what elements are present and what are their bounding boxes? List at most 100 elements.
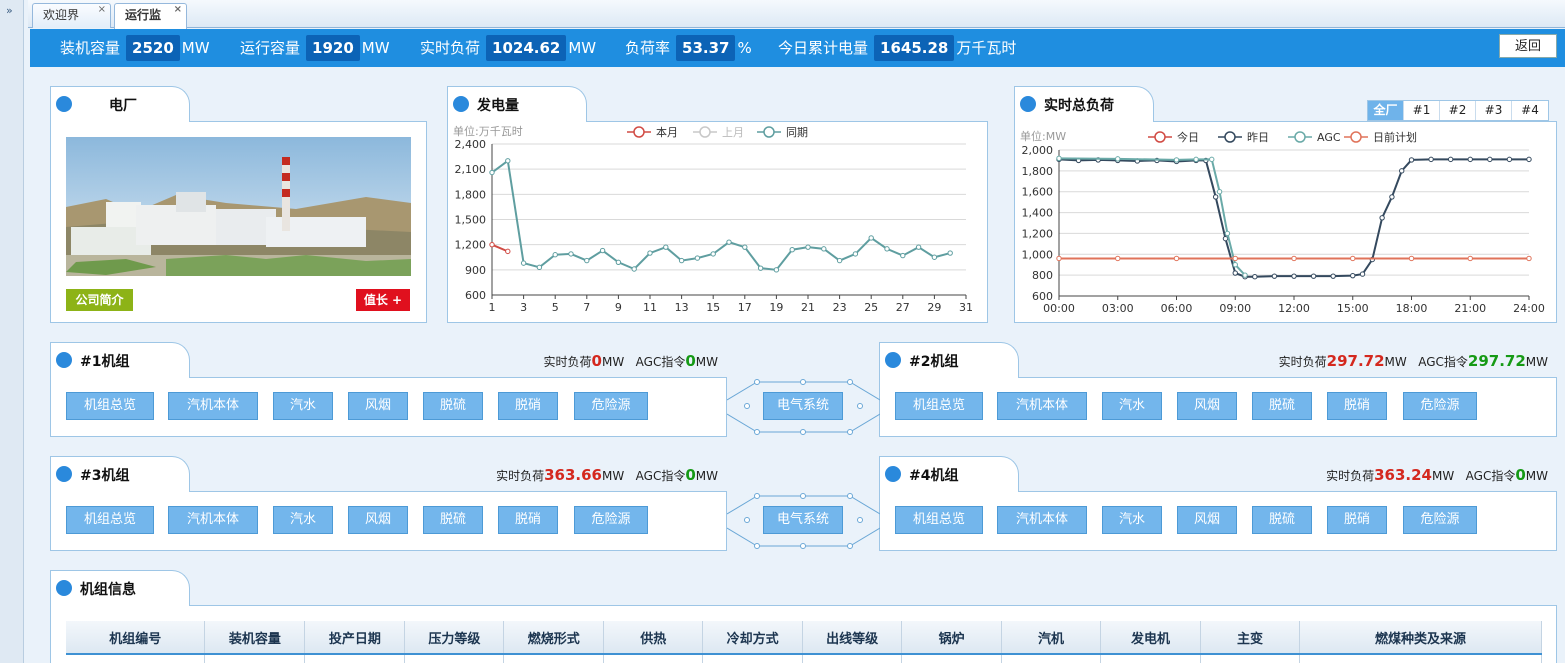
data-point[interactable] bbox=[1056, 155, 1062, 162]
data-point[interactable] bbox=[742, 244, 748, 250]
data-point[interactable] bbox=[1447, 156, 1454, 163]
data-point[interactable] bbox=[710, 251, 716, 257]
unit-4-button-5[interactable]: 脱硝 bbox=[1327, 506, 1387, 534]
range-tab-1[interactable]: #1 bbox=[1404, 101, 1440, 120]
data-point[interactable] bbox=[1242, 272, 1248, 278]
data-point[interactable] bbox=[1359, 271, 1366, 277]
data-point[interactable] bbox=[1428, 156, 1434, 163]
data-point[interactable] bbox=[1330, 273, 1336, 279]
unit-3-button-6[interactable]: 危险源 bbox=[574, 506, 648, 534]
electrical-system-button-1[interactable]: 电气系统 bbox=[763, 392, 843, 420]
legend-marker[interactable] bbox=[1294, 131, 1306, 143]
data-point[interactable] bbox=[900, 252, 906, 259]
unit-4-button-0[interactable]: 机组总览 bbox=[895, 506, 983, 534]
data-point[interactable] bbox=[836, 257, 843, 264]
unit-1-button-1[interactable]: 汽机本体 bbox=[168, 392, 258, 420]
data-point[interactable] bbox=[1350, 272, 1356, 279]
legend-label[interactable]: 同期 bbox=[786, 126, 808, 139]
data-point[interactable] bbox=[1232, 255, 1238, 262]
unit-4-button-3[interactable]: 风烟 bbox=[1177, 506, 1237, 534]
data-point[interactable] bbox=[1408, 255, 1415, 262]
unit-3-button-4[interactable]: 脱硫 bbox=[423, 506, 483, 534]
data-point[interactable] bbox=[1291, 255, 1297, 262]
data-point[interactable] bbox=[1526, 255, 1532, 262]
unit-3-button-2[interactable]: 汽水 bbox=[273, 506, 333, 534]
data-point[interactable] bbox=[520, 260, 527, 266]
data-point[interactable] bbox=[1056, 255, 1062, 262]
legend-marker[interactable] bbox=[1154, 131, 1166, 143]
data-point[interactable] bbox=[1224, 230, 1231, 237]
unit-1-button-3[interactable]: 风烟 bbox=[348, 392, 408, 420]
data-point[interactable] bbox=[1310, 273, 1317, 279]
data-point[interactable] bbox=[726, 239, 732, 245]
range-tab-4[interactable]: #4 bbox=[1512, 101, 1548, 120]
data-point[interactable] bbox=[1232, 262, 1238, 268]
data-point[interactable] bbox=[631, 266, 637, 272]
unit-3-button-3[interactable]: 风烟 bbox=[348, 506, 408, 534]
data-point[interactable] bbox=[947, 250, 953, 256]
legend-marker[interactable] bbox=[1224, 131, 1236, 143]
back-button[interactable]: 返回 bbox=[1499, 34, 1557, 58]
range-tab-all[interactable]: 全厂 bbox=[1368, 101, 1404, 120]
data-point[interactable] bbox=[1389, 194, 1395, 200]
data-point[interactable] bbox=[1467, 255, 1473, 262]
data-point[interactable] bbox=[1232, 270, 1238, 276]
legend-label[interactable]: 本月 bbox=[656, 125, 678, 139]
data-point[interactable] bbox=[805, 244, 811, 250]
data-point[interactable] bbox=[1216, 189, 1223, 195]
data-point[interactable] bbox=[1115, 255, 1121, 262]
unit-1-button-6[interactable]: 危险源 bbox=[574, 392, 648, 420]
data-point[interactable] bbox=[599, 247, 606, 254]
shift-supervisor-button[interactable]: 值长 + bbox=[356, 289, 410, 311]
data-point[interactable] bbox=[1212, 194, 1219, 200]
data-point[interactable] bbox=[647, 250, 653, 256]
electrical-system-button-2[interactable]: 电气系统 bbox=[763, 506, 843, 534]
data-point[interactable] bbox=[694, 255, 701, 261]
unit-1-button-5[interactable]: 脱硝 bbox=[498, 392, 558, 420]
data-point[interactable] bbox=[1222, 235, 1229, 242]
legend-label[interactable]: 今日 bbox=[1177, 130, 1199, 144]
data-point[interactable] bbox=[1173, 157, 1180, 163]
data-point[interactable] bbox=[1506, 156, 1513, 163]
legend-marker[interactable] bbox=[763, 126, 775, 138]
data-point[interactable] bbox=[568, 251, 574, 257]
unit-2-button-3[interactable]: 风烟 bbox=[1177, 392, 1237, 420]
data-point[interactable] bbox=[615, 259, 622, 265]
range-tab-3[interactable]: #3 bbox=[1476, 101, 1512, 120]
data-point[interactable] bbox=[1399, 168, 1405, 174]
legend-label[interactable]: AGC bbox=[1317, 131, 1341, 144]
data-point[interactable] bbox=[678, 257, 685, 264]
unit-2-button-1[interactable]: 汽机本体 bbox=[997, 392, 1087, 420]
data-point[interactable] bbox=[1271, 273, 1278, 279]
legend-label[interactable]: 昨日 bbox=[1247, 131, 1269, 144]
unit-2-button-6[interactable]: 危险源 bbox=[1403, 392, 1477, 420]
data-point[interactable] bbox=[789, 247, 795, 253]
unit-3-button-0[interactable]: 机组总览 bbox=[66, 506, 154, 534]
data-point[interactable] bbox=[868, 235, 874, 241]
data-point[interactable] bbox=[1526, 156, 1532, 163]
company-intro-button[interactable]: 公司简介 bbox=[66, 289, 133, 311]
data-point[interactable] bbox=[663, 244, 669, 250]
legend-marker[interactable] bbox=[1350, 131, 1362, 143]
unit-2-button-0[interactable]: 机组总览 bbox=[895, 392, 983, 420]
data-point[interactable] bbox=[1467, 156, 1473, 163]
range-tab-2[interactable]: #2 bbox=[1440, 101, 1476, 120]
tab-monitor[interactable]: 运行监视 × bbox=[114, 0, 187, 45]
data-point[interactable] bbox=[1173, 255, 1180, 262]
close-icon[interactable]: × bbox=[98, 0, 106, 21]
data-point[interactable] bbox=[757, 265, 764, 271]
unit-3-button-5[interactable]: 脱硝 bbox=[498, 506, 558, 534]
data-point[interactable] bbox=[489, 169, 495, 176]
expand-rail-icon[interactable]: » bbox=[6, 4, 13, 17]
close-icon[interactable]: × bbox=[174, 0, 182, 21]
unit-1-button-0[interactable]: 机组总览 bbox=[66, 392, 154, 420]
data-point[interactable] bbox=[1193, 156, 1199, 163]
legend-label[interactable]: 上月 bbox=[722, 126, 744, 139]
data-point[interactable] bbox=[536, 264, 543, 271]
data-point[interactable] bbox=[821, 246, 827, 252]
data-point[interactable] bbox=[584, 257, 590, 264]
legend-marker[interactable] bbox=[633, 126, 645, 138]
data-point[interactable] bbox=[1350, 255, 1356, 262]
data-point[interactable] bbox=[1291, 273, 1297, 279]
data-point[interactable] bbox=[1408, 157, 1415, 163]
